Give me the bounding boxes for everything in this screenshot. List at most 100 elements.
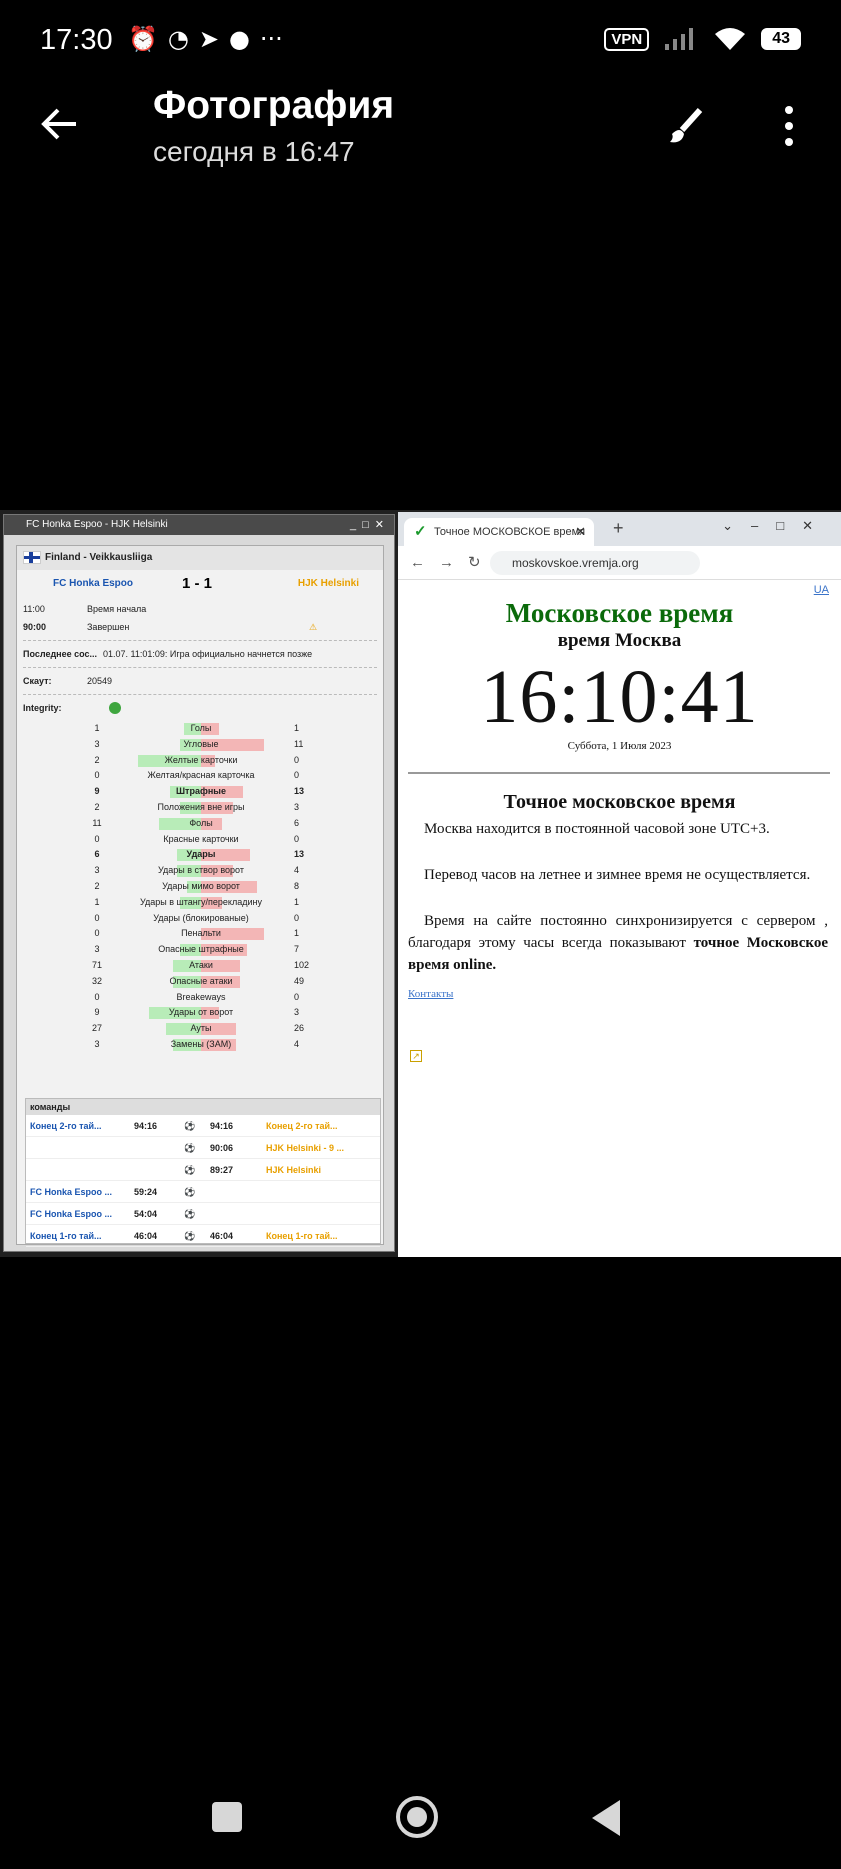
- event-row[interactable]: ⚽ 89:27 HJK Helsinki: [26, 1159, 380, 1181]
- more-vert-icon[interactable]: [778, 104, 800, 148]
- navigation-icons[interactable]: ←→↻: [410, 553, 495, 571]
- external-link-icon[interactable]: ↗: [410, 1050, 422, 1062]
- paragraph-timezone: Москва находится в постоянной часовой зо…: [424, 821, 770, 837]
- stat-row: 1 Удары в штангу/перекладину 1: [17, 895, 383, 911]
- app-bar: Фотография сегодня в 16:47: [0, 84, 841, 180]
- stat-row: 9 Удары от ворот 3: [17, 1005, 383, 1021]
- browser-tab[interactable]: ✓ Точное МОСКОВСКОЕ время ✕: [404, 518, 594, 546]
- browser-window: ✓ Точное МОСКОВСКОЕ время ✕ + ⌄–□✕ ←→↻ m…: [398, 512, 841, 1257]
- event-home-time: 54:04: [134, 1209, 158, 1219]
- recent-apps-button[interactable]: [212, 1802, 242, 1832]
- status-time: 17:30: [40, 24, 113, 56]
- away-stat-value: 4: [294, 1038, 300, 1049]
- stat-name: Фолы: [189, 817, 213, 828]
- integrity-row: Integrity:: [17, 699, 383, 717]
- system-back-button[interactable]: [592, 1800, 620, 1836]
- event-row[interactable]: FC Honka Espoo ... 59:24 ⚽: [26, 1181, 380, 1203]
- browser-window-controls[interactable]: ⌄–□✕: [722, 518, 831, 534]
- events-list[interactable]: команды Конец 2-го тай... 94:16 ⚽ 94:16 Коне…: [25, 1098, 381, 1247]
- telegram-icon: ➤: [198, 25, 219, 53]
- stat-row: 71 Атаки 102: [17, 958, 383, 974]
- new-tab-icon[interactable]: +: [613, 518, 624, 539]
- stat-row: 0 Желтая/красная карточка 0: [17, 768, 383, 784]
- start-time-row: 11:00 Время начала: [17, 600, 383, 618]
- away-stat-value: 13: [294, 786, 305, 797]
- paragraph-sync: Время на сайте постоянно синхронизируетс…: [408, 910, 828, 976]
- match-minute: 90:00: [23, 622, 47, 632]
- stat-name: Штрафные: [176, 786, 226, 797]
- away-stat-value: 1: [294, 723, 300, 733]
- stat-row: 0 Красные карточки 0: [17, 832, 383, 848]
- stat-name: Опасные штрафные: [158, 944, 244, 955]
- away-stat-value: 1: [294, 928, 300, 939]
- away-stat-value: 0: [294, 770, 300, 781]
- away-stat-value: 4: [294, 865, 300, 876]
- stat-row: 0 Удары (блокированые) 0: [17, 911, 383, 927]
- event-row[interactable]: ⚽ 90:06 HJK Helsinki - 9 ...: [26, 1137, 380, 1159]
- home-button[interactable]: [396, 1796, 438, 1838]
- away-stat-value: 7: [294, 944, 300, 955]
- site-subheading: время Москва: [557, 630, 682, 651]
- event-home-time: 94:16: [134, 1121, 158, 1131]
- away-stat-value: 26: [294, 1023, 305, 1034]
- away-stat-value: 0: [294, 754, 300, 765]
- away-stat-value: 49: [294, 975, 305, 986]
- url-field[interactable]: moskovskoe.vremja.org: [490, 551, 700, 575]
- photo-viewer-image: FC Honka Espoo - HJK Helsinki _□✕ Finlan…: [0, 510, 841, 1257]
- vpn-badge: VPN: [604, 27, 650, 51]
- battery-indicator: 43: [761, 28, 801, 50]
- event-row[interactable]: FC Honka Espoo ... 54:04 ⚽: [26, 1203, 380, 1225]
- window-title: FC Honka Espoo - HJK Helsinki: [26, 519, 168, 530]
- event-type-icon: ⚽: [184, 1187, 196, 1197]
- status-bar: 17:30 ⏰ ◔ ➤ ● ··· VPN 43: [0, 0, 841, 84]
- event-type-icon: ⚽: [184, 1165, 196, 1175]
- paragraph-dst: Перевод часов на летнее и зимнее время н…: [424, 867, 811, 883]
- back-arrow-icon[interactable]: [38, 102, 82, 146]
- away-stat-value: 1: [294, 896, 300, 907]
- site-heading: Московское время: [505, 598, 734, 628]
- divider: [23, 667, 377, 668]
- stat-row: 2 Положения вне игры 3: [17, 800, 383, 816]
- stat-name: Пенальти: [181, 928, 221, 939]
- event-away-text: HJK Helsinki: [266, 1165, 322, 1175]
- tab-title: Точное МОСКОВСКОЕ время: [434, 526, 586, 538]
- stat-name: Голы: [190, 723, 212, 733]
- whatsapp-icon: ◔: [167, 25, 189, 53]
- stat-row: 3 Замены (ЗАМ) 4: [17, 1037, 383, 1053]
- statistics-table: 1 Голы 1 3 Угловые 11 2 Желтые карточки 0 0 Желтая…: [17, 721, 383, 1053]
- stat-name: Удары от ворот: [168, 1007, 234, 1018]
- event-home-time: 46:04: [134, 1231, 158, 1241]
- away-stat-value: 0: [294, 991, 300, 1002]
- event-row[interactable]: Конец 2-го тай... 94:16 ⚽ 94:16 Конец 2-го т…: [26, 1115, 380, 1137]
- event-type-icon: ⚽: [184, 1143, 196, 1153]
- close-tab-icon[interactable]: ✕: [575, 518, 586, 546]
- brush-icon[interactable]: [664, 104, 708, 148]
- page-title: Фотография: [153, 84, 395, 127]
- address-bar-row: ←→↻ moskovskoe.vremja.org: [398, 546, 841, 580]
- away-stat-value: 8: [294, 880, 300, 891]
- event-away-text: Конец 1-го тай...: [266, 1231, 338, 1241]
- event-row[interactable]: Конец 1-го тай... 46:04 ⚽ 46:04 Конец 1-го т…: [26, 1225, 380, 1247]
- current-date: Суббота, 1 Июля 2023: [567, 740, 672, 752]
- site-favicon-icon: ✓: [414, 523, 427, 540]
- stat-name: Положения вне игры: [157, 801, 245, 812]
- last-message-row: Последнее сос... 01.07. 11:01:09: Игра о…: [17, 645, 383, 663]
- event-home-text: Конец 1-го тай...: [30, 1231, 102, 1241]
- stat-row: 27 Ауты 26: [17, 1021, 383, 1037]
- stat-row: 0 Пенальти 1: [17, 926, 383, 942]
- stat-name: Удары мимо ворот: [162, 880, 240, 891]
- divider: [408, 772, 830, 774]
- moscow-clock: 16:10:41: [480, 655, 759, 739]
- contacts-link[interactable]: Контакты: [408, 988, 453, 1000]
- integrity-label: Integrity:: [23, 703, 62, 713]
- away-stat-value: 3: [294, 1007, 300, 1018]
- stat-row: 3 Угловые 11: [17, 737, 383, 753]
- team2-name: HJK Helsinki: [297, 578, 359, 589]
- window-controls[interactable]: _□✕: [350, 515, 390, 535]
- section-title: Точное московское время: [503, 791, 736, 813]
- stat-row: 0 Breakeways 0: [17, 990, 383, 1006]
- league-row: Finland - Veikkausliiga: [17, 546, 383, 570]
- ua-link[interactable]: UA: [814, 584, 829, 596]
- scout-id: 20549: [87, 676, 113, 686]
- integrity-status-icon: [109, 702, 121, 714]
